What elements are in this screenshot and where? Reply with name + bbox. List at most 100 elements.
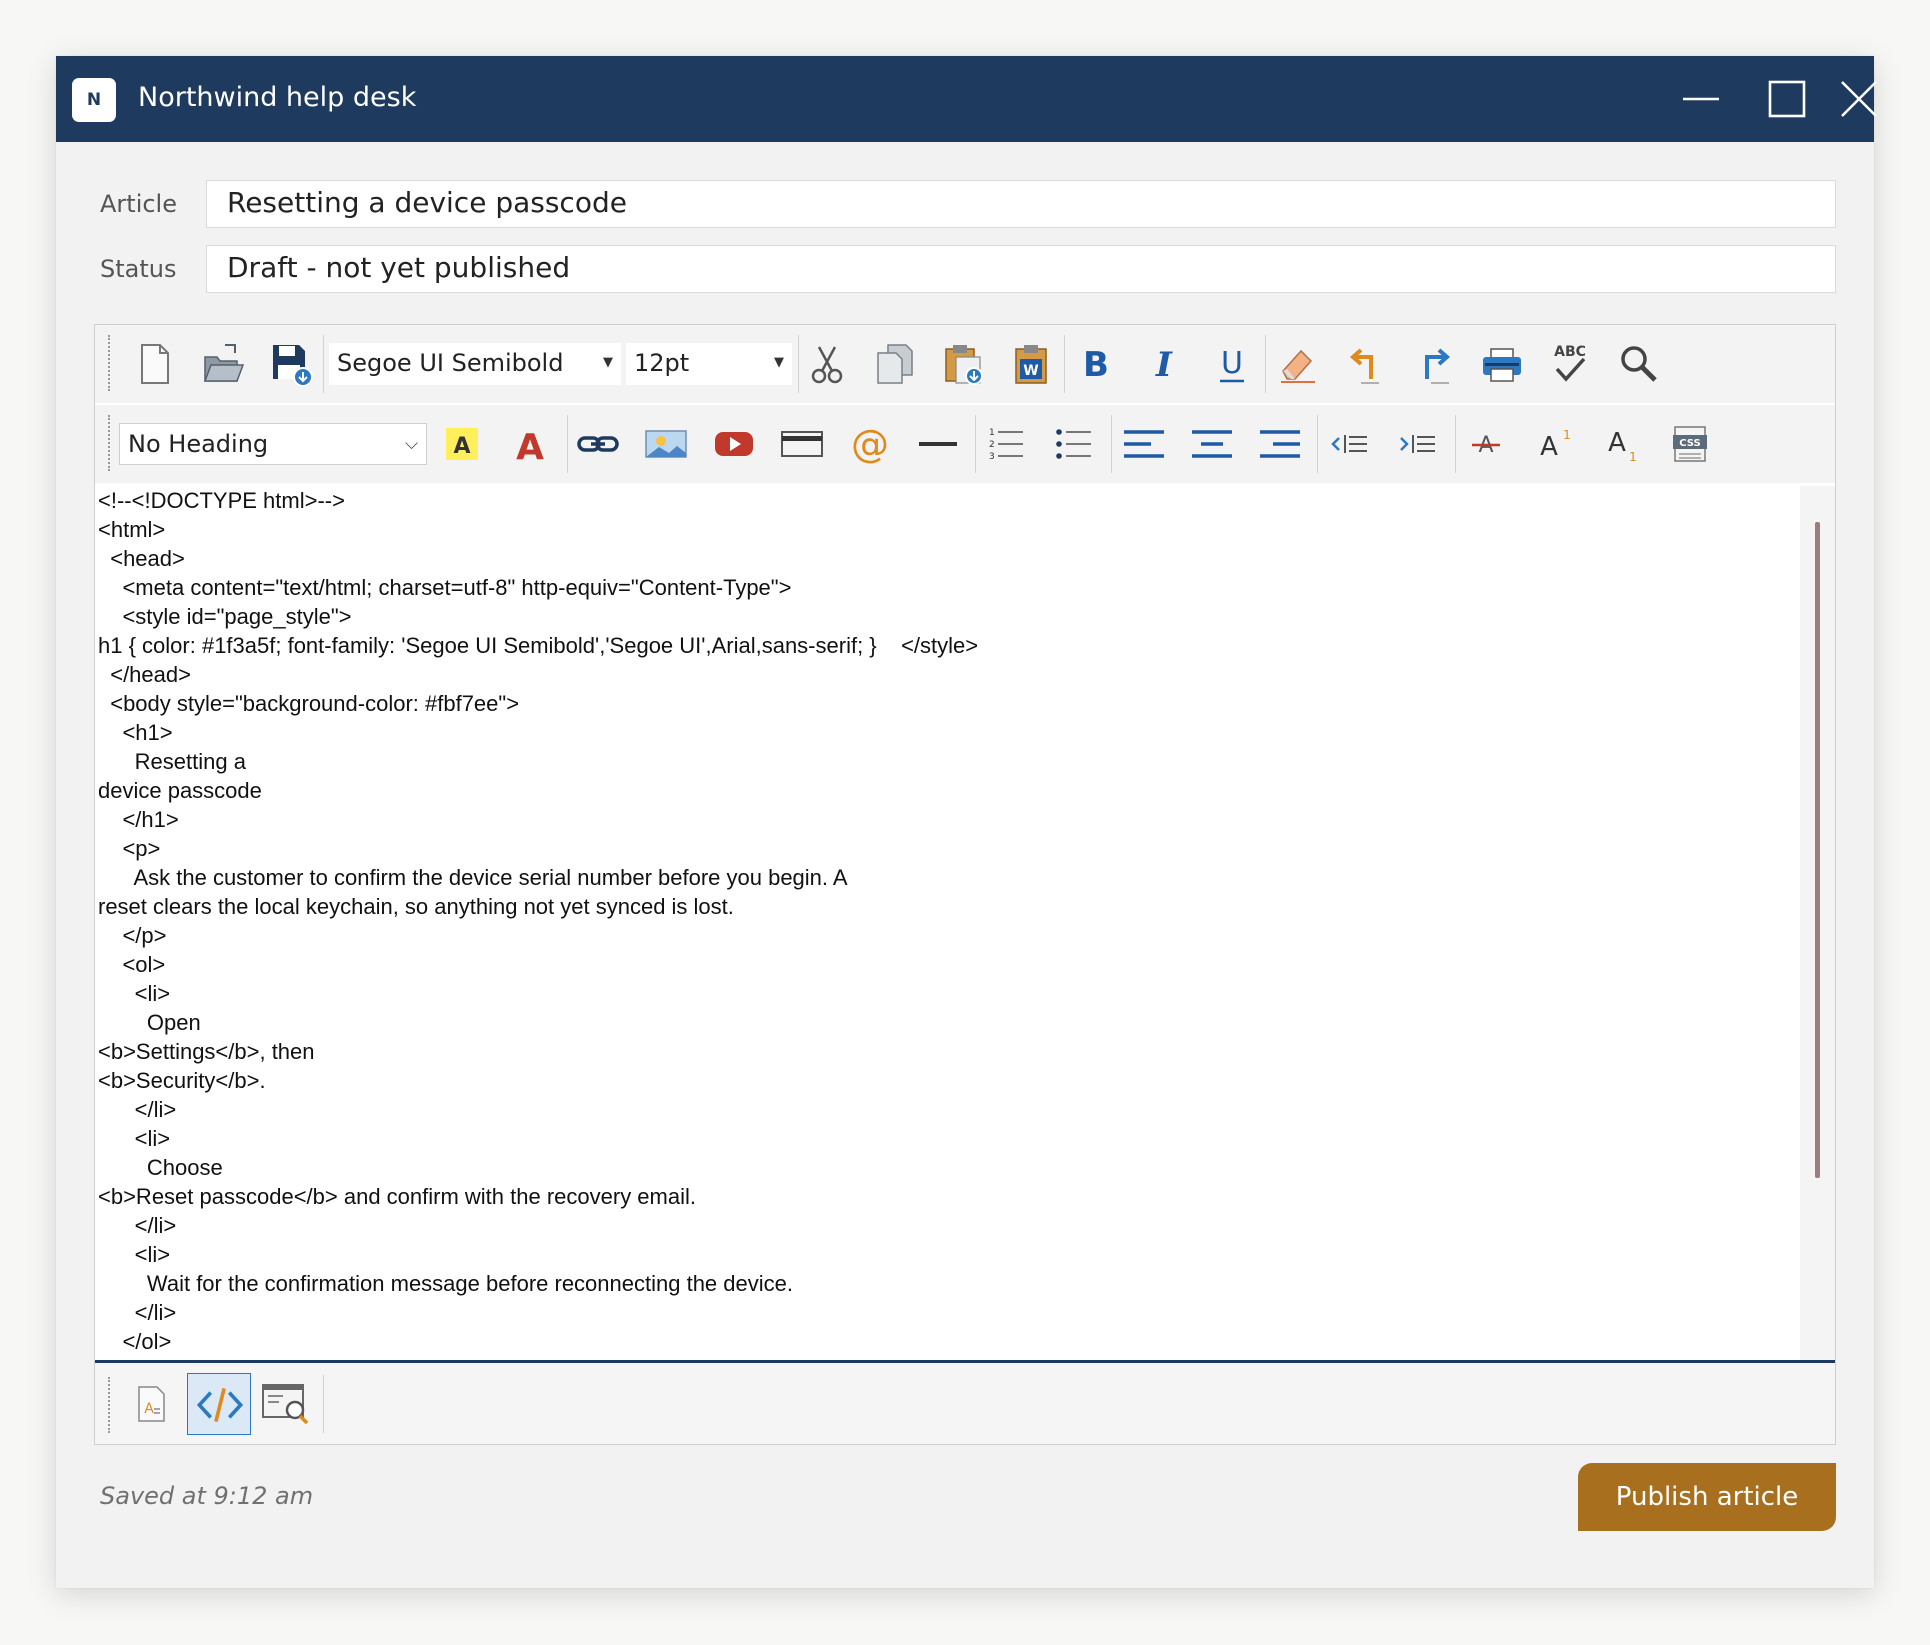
copy-button[interactable] xyxy=(870,339,920,389)
find-button[interactable] xyxy=(1613,339,1663,389)
highlight-color-button[interactable]: A xyxy=(437,419,487,469)
font-size-value: 12pt xyxy=(634,349,690,377)
window-title: Northwind help desk xyxy=(138,82,417,113)
video-icon xyxy=(715,432,753,456)
preview-tab[interactable] xyxy=(255,1373,319,1435)
code-line: <b>Reset passcode</b> and confirm with t… xyxy=(98,1184,696,1209)
paste-icon xyxy=(945,345,983,385)
superscript-button[interactable]: A1 xyxy=(1529,419,1579,469)
cut-button[interactable] xyxy=(802,339,852,389)
align-center-button[interactable] xyxy=(1187,419,1237,469)
subscript-button[interactable]: A1 xyxy=(1597,419,1647,469)
status-input[interactable]: Draft - not yet published xyxy=(206,245,1836,293)
vertical-scrollbar[interactable] xyxy=(1800,486,1835,1360)
code-line: </ol> xyxy=(98,1329,172,1354)
scrollbar-thumb[interactable] xyxy=(1815,522,1820,1178)
code-line: <!--<!DOCTYPE html>--> xyxy=(98,488,345,513)
html-source-tab[interactable] xyxy=(187,1373,251,1435)
maximize-button[interactable] xyxy=(1762,74,1812,124)
insert-email-link-button[interactable]: @ xyxy=(845,419,895,469)
toolbar-separator xyxy=(323,1375,324,1433)
table-icon xyxy=(781,431,823,457)
print-icon xyxy=(1483,348,1521,382)
insert-image-button[interactable] xyxy=(641,419,691,469)
align-center-icon xyxy=(1192,430,1232,458)
insert-table-button[interactable] xyxy=(777,419,827,469)
html-source-textarea[interactable]: <!--<!DOCTYPE html>--> <html> <head> <met… xyxy=(95,486,1800,1360)
numbered-digit: 3 xyxy=(989,452,995,462)
minimize-button[interactable] xyxy=(1676,74,1726,124)
design-view-icon: A xyxy=(138,1386,165,1422)
toolbar-grip[interactable] xyxy=(108,1377,110,1433)
code-line: <style id="page_style"> xyxy=(98,604,352,629)
outdent-button[interactable] xyxy=(1325,419,1375,469)
sub-glyph: A xyxy=(1608,428,1626,458)
numbered-list-button[interactable]: 1 2 3 xyxy=(981,419,1031,469)
toolbar-separator xyxy=(1317,415,1318,473)
font-family-value: Segoe UI Semibold xyxy=(337,349,564,377)
status-label: Status xyxy=(100,255,177,283)
code-line: <li> xyxy=(98,1242,171,1267)
code-line: <ol> xyxy=(98,952,166,977)
spellcheck-glyph: ABC xyxy=(1554,344,1586,360)
underline-glyph: U xyxy=(1221,346,1243,381)
subscript-icon: A1 xyxy=(1608,428,1637,464)
outdent-icon xyxy=(1331,435,1367,453)
underline-icon: U xyxy=(1220,346,1244,383)
code-line: <b>Security</b>. xyxy=(98,1068,266,1093)
design-view-tab[interactable]: A xyxy=(119,1373,183,1435)
html-source-icon xyxy=(196,1388,244,1422)
redo-button[interactable] xyxy=(1409,339,1459,389)
save-icon xyxy=(273,345,313,387)
svg-text:A: A xyxy=(144,1401,154,1417)
paste-button[interactable] xyxy=(938,339,988,389)
insert-video-button[interactable] xyxy=(709,419,759,469)
code-line: device passcode xyxy=(98,778,262,803)
highlight-color-icon: A xyxy=(446,428,478,460)
strikethrough-icon: A xyxy=(1472,433,1500,458)
font-family-select[interactable]: Segoe UI Semibold ▼ xyxy=(329,343,621,385)
horizontal-rule-icon xyxy=(919,442,957,446)
new-document-button[interactable] xyxy=(129,339,179,389)
font-color-button[interactable]: A xyxy=(505,419,555,469)
bullet-list-icon xyxy=(1056,429,1091,459)
open-button[interactable] xyxy=(197,339,247,389)
article-title-input[interactable]: Resetting a device passcode xyxy=(206,180,1836,228)
code-line: Open xyxy=(98,1010,201,1035)
indent-button[interactable] xyxy=(1393,419,1443,469)
save-status-text: Saved at 9:12 am xyxy=(100,1482,314,1510)
code-line: <html> xyxy=(98,517,166,542)
toolbar-separator xyxy=(1111,415,1112,473)
strikethrough-button[interactable]: A xyxy=(1461,419,1511,469)
link-icon xyxy=(577,436,619,452)
bold-button[interactable]: B xyxy=(1071,339,1121,389)
code-line: </li> xyxy=(98,1213,177,1238)
clear-formatting-button[interactable] xyxy=(1273,339,1323,389)
code-line: <li> xyxy=(98,1126,171,1151)
publish-article-button[interactable]: Publish article xyxy=(1578,1463,1836,1531)
code-line: reset clears the local keychain, so anyt… xyxy=(98,894,734,919)
toolbar-grip[interactable] xyxy=(108,335,110,391)
paste-from-word-button[interactable]: W xyxy=(1006,339,1056,389)
edit-css-button[interactable]: CSS xyxy=(1665,419,1715,469)
horizontal-rule-button[interactable] xyxy=(913,419,963,469)
save-button[interactable] xyxy=(265,339,315,389)
align-right-button[interactable] xyxy=(1255,419,1305,469)
bullet-list-button[interactable] xyxy=(1049,419,1099,469)
toolbar-grip[interactable] xyxy=(108,415,110,471)
redo-icon xyxy=(1425,348,1451,384)
insert-link-button[interactable] xyxy=(573,419,623,469)
cut-icon xyxy=(811,346,843,384)
heading-style-select[interactable]: No Heading ⌵ xyxy=(119,423,427,465)
close-button[interactable] xyxy=(1841,74,1877,124)
paste-from-word-icon: W xyxy=(1015,345,1047,384)
italic-button[interactable]: I xyxy=(1139,339,1189,389)
numbered-list-icon: 1 2 3 xyxy=(989,428,1023,462)
print-button[interactable] xyxy=(1477,339,1527,389)
app-window: N Northwind help desk Article Resetting … xyxy=(56,56,1877,1588)
font-size-select[interactable]: 12pt ▼ xyxy=(626,343,792,385)
spellcheck-button[interactable]: ABC xyxy=(1545,339,1595,389)
undo-button[interactable] xyxy=(1341,339,1391,389)
underline-button[interactable]: U xyxy=(1207,339,1257,389)
align-left-button[interactable] xyxy=(1119,419,1169,469)
